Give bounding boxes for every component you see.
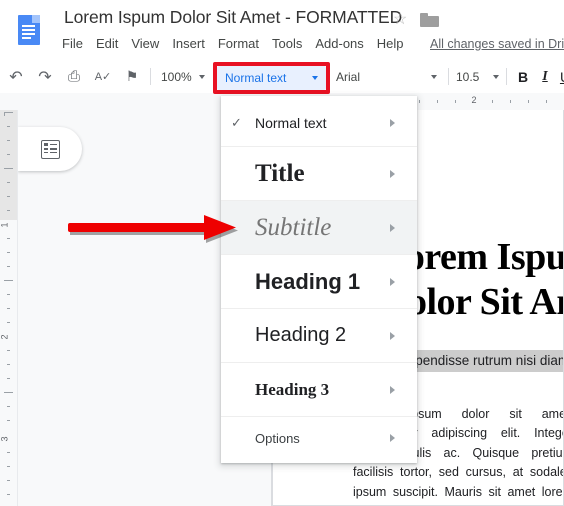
- menu-option-label: Heading 2: [255, 324, 347, 346]
- paint-format-icon[interactable]: ⚑: [119, 64, 145, 90]
- ruler-number: 2: [471, 95, 477, 105]
- folder-icon[interactable]: [420, 13, 439, 27]
- chevron-down-icon: [431, 75, 437, 79]
- menu-item-tools[interactable]: Tools: [272, 36, 311, 51]
- menu-option-label: Heading 3: [255, 379, 330, 399]
- document-outline-icon: [40, 139, 60, 159]
- bold-button[interactable]: B: [512, 66, 534, 88]
- menu-option-heading-1[interactable]: Heading 1: [221, 255, 417, 309]
- paragraph-style-value: Normal text: [225, 71, 287, 85]
- chevron-down-icon: [312, 76, 318, 80]
- submenu-arrow-icon: [390, 118, 405, 127]
- menu-item-view[interactable]: View: [131, 36, 168, 51]
- menu-option-normal-text[interactable]: ✓ Normal text: [221, 99, 417, 147]
- italic-button[interactable]: I: [534, 66, 556, 88]
- paragraph-style-dropdown[interactable]: Normal text: [217, 66, 326, 90]
- menu-option-subtitle[interactable]: Subtitle: [221, 201, 417, 255]
- toolbar-divider: [150, 68, 151, 85]
- menu-item-edit[interactable]: Edit: [96, 36, 127, 51]
- menu-item-file[interactable]: File: [62, 36, 92, 51]
- underline-button[interactable]: U: [554, 66, 564, 88]
- menu-bar: File Edit View Insert Format Tools Add-o…: [62, 36, 417, 51]
- check-icon: ✓: [231, 114, 242, 130]
- menu-item-insert[interactable]: Insert: [172, 36, 214, 51]
- vertical-ruler[interactable]: 1 2 3: [0, 110, 18, 506]
- print-icon[interactable]: ⎙: [61, 64, 87, 90]
- submenu-arrow-icon: [390, 331, 405, 340]
- font-size-value: 10.5: [456, 70, 480, 84]
- submenu-arrow-icon: [390, 277, 405, 286]
- toolbar-divider: [448, 68, 449, 85]
- redo-icon[interactable]: ↷: [32, 64, 58, 90]
- zoom-selector[interactable]: 100%: [158, 70, 210, 84]
- font-family-selector[interactable]: Arial: [336, 66, 442, 88]
- menu-item-add-ons[interactable]: Add-ons: [315, 36, 372, 51]
- submenu-arrow-icon: [390, 434, 405, 442]
- menu-item-help[interactable]: Help: [377, 36, 413, 51]
- menu-option-heading-2[interactable]: Heading 2: [221, 309, 417, 363]
- menu-option-label: Options: [255, 430, 300, 446]
- font-family-value: Arial: [336, 70, 361, 84]
- submenu-arrow-icon: [390, 385, 405, 394]
- menu-option-title[interactable]: Title: [221, 147, 417, 201]
- ruler-number: 1: [0, 222, 10, 228]
- menu-option-heading-3[interactable]: Heading 3: [221, 363, 417, 417]
- document-title[interactable]: Lorem Ispum Dolor Sit Amet - FORMATTED: [64, 7, 402, 28]
- paragraph-styles-menu: ✓ Normal text Title Subtitle Heading 1 H…: [221, 96, 417, 463]
- save-status-link[interactable]: All changes saved in Drive: [430, 37, 564, 51]
- menu-option-options[interactable]: Options: [221, 417, 417, 459]
- font-size-selector[interactable]: 10.5: [456, 66, 504, 88]
- menu-option-label: Heading 1: [255, 268, 361, 294]
- menu-item-format[interactable]: Format: [218, 36, 268, 51]
- chevron-down-icon: [493, 75, 499, 79]
- chevron-down-icon: [198, 74, 205, 79]
- submenu-arrow-icon: [390, 169, 405, 178]
- spellcheck-icon[interactable]: A✓: [90, 64, 116, 90]
- ruler-number: 3: [0, 436, 10, 442]
- zoom-value: 100%: [161, 69, 192, 84]
- menu-option-label: Title: [255, 159, 305, 187]
- undo-icon[interactable]: ↶: [3, 64, 29, 90]
- google-docs-icon: [14, 13, 46, 53]
- menu-option-label: Subtitle: [255, 213, 332, 241]
- ruler-number: 2: [0, 334, 10, 340]
- submenu-arrow-icon: [390, 223, 405, 232]
- star-icon[interactable]: ☆: [393, 12, 407, 28]
- toolbar-divider: [506, 68, 507, 85]
- app-header: Lorem Ispum Dolor Sit Amet - FORMATTED ☆…: [0, 0, 564, 61]
- menu-option-label: Normal text: [255, 114, 327, 131]
- style-dropdown-highlight-box: Normal text: [213, 62, 330, 94]
- document-outline-button[interactable]: [18, 127, 82, 171]
